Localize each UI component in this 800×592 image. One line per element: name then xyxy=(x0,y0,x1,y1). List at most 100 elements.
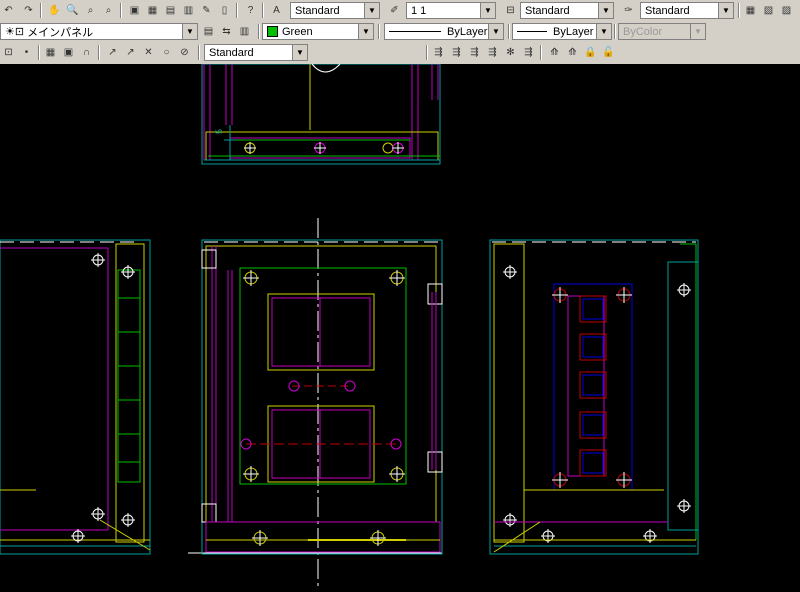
layer-freeze-icon[interactable]: ✻ xyxy=(502,44,519,61)
separator xyxy=(258,24,260,39)
lineweight-dropdown[interactable]: ByLayer ▼ xyxy=(512,23,612,40)
separator xyxy=(426,45,428,60)
sheet-set-icon[interactable]: ▥ xyxy=(180,2,197,19)
color-value: Green xyxy=(282,25,313,38)
properties-icon[interactable]: ▣ xyxy=(126,2,143,19)
top-view: 5 xyxy=(201,63,441,165)
dimension-label: 5 xyxy=(214,129,224,134)
left-side-view xyxy=(0,239,151,555)
design-center-icon[interactable]: ▦ xyxy=(144,2,161,19)
layer-tool-icon[interactable]: ▨ xyxy=(778,2,795,19)
snap-center-icon[interactable]: ○ xyxy=(158,44,175,61)
text-style-icon[interactable]: A xyxy=(268,2,285,19)
undo-icon[interactable]: ↶ xyxy=(0,2,17,19)
cad-drawing[interactable]: 5 xyxy=(0,63,800,589)
dim-scale-dropdown[interactable]: 1 1 ▼ xyxy=(406,2,496,19)
hatch-icon[interactable]: ▦ xyxy=(42,44,59,61)
layer-manager-icon[interactable]: ▤ xyxy=(200,23,217,40)
layers-toolbar: ☀⊡ メインパネル ▼ ▤ ⇆ ▥ Green ▼ ByLayer ▼ ByLayer ▼… xyxy=(0,21,800,42)
linetype-dropdown[interactable]: ByLayer ▼ xyxy=(384,23,504,40)
layer-lock-icon[interactable]: 🔒 xyxy=(582,44,599,61)
chevron-down-icon[interactable]: ▼ xyxy=(182,24,197,39)
separator xyxy=(540,45,542,60)
dim-style-value: Standard xyxy=(525,4,570,17)
layer-isolate-icon[interactable]: ⇶ xyxy=(466,44,483,61)
color-dropdown[interactable]: Green ▼ xyxy=(262,23,374,40)
chevron-down-icon[interactable]: ▼ xyxy=(364,3,379,18)
layer-unlock-icon[interactable]: ⟰ xyxy=(564,44,581,61)
separator xyxy=(98,45,100,60)
dim-style-dropdown[interactable]: Standard ▼ xyxy=(520,2,614,19)
layer-panel-dropdown[interactable]: ☀⊡ メインパネル ▼ xyxy=(0,23,198,40)
tool-palettes-icon[interactable]: ▤ xyxy=(162,2,179,19)
zoom-realtime-icon[interactable]: 🔍 xyxy=(64,2,81,19)
color-swatch xyxy=(267,26,278,37)
toolbar-area: ↶ ↷ ✋ 🔍 ⌕ ⌕ ▣ ▦ ▤ ▥ ✎ ▯ ? A Standard ▼ ✐ … xyxy=(0,0,800,64)
layer-state-icon: ☀⊡ xyxy=(5,26,25,38)
linetype-value: ByLayer xyxy=(447,25,488,38)
layer-tool-icon[interactable]: ▦ xyxy=(742,2,759,19)
layer-tool-icon[interactable]: ▧ xyxy=(760,2,777,19)
layer-unlock-icon[interactable]: 🔓 xyxy=(600,44,617,61)
separator xyxy=(262,3,264,18)
separator xyxy=(40,3,42,18)
dim-scale-value: 1 1 xyxy=(411,4,427,17)
magnet-icon[interactable]: ∩ xyxy=(78,44,95,61)
zoom-previous-icon[interactable]: ⌕ xyxy=(100,2,117,19)
front-view xyxy=(188,218,443,589)
snap-midpoint-icon[interactable]: ↗ xyxy=(122,44,139,61)
help-icon[interactable]: ? xyxy=(242,2,259,19)
chevron-down-icon[interactable]: ▼ xyxy=(292,45,307,60)
point-icon[interactable]: • xyxy=(18,44,35,61)
snap-intersection-icon[interactable]: ✕ xyxy=(140,44,157,61)
separator xyxy=(614,24,616,39)
snap-node-icon[interactable]: ⊘ xyxy=(176,44,193,61)
text-style-value: Standard xyxy=(295,4,340,17)
layer-lock-icon[interactable]: ⟰ xyxy=(546,44,563,61)
chevron-down-icon[interactable]: ▼ xyxy=(596,24,611,39)
chevron-down-icon[interactable]: ▼ xyxy=(358,24,373,39)
dim-style-icon[interactable]: ⊟ xyxy=(502,2,519,19)
chevron-down-icon[interactable]: ▼ xyxy=(718,3,733,18)
pan-icon[interactable]: ✋ xyxy=(46,2,63,19)
layer-off-icon[interactable]: ⇶ xyxy=(484,44,501,61)
table-style-icon[interactable]: ✑ xyxy=(620,2,637,19)
layer-previous-icon[interactable]: ▥ xyxy=(236,23,253,40)
separator xyxy=(508,24,510,39)
insert-block-icon[interactable]: ⊡ xyxy=(0,44,17,61)
make-current-icon[interactable]: ⇆ xyxy=(218,23,235,40)
text-style-dropdown[interactable]: Standard ▼ xyxy=(290,2,380,19)
chevron-down-icon[interactable]: ▼ xyxy=(488,24,503,39)
lineweight-value: ByLayer xyxy=(553,25,594,38)
separator xyxy=(738,3,740,18)
separator xyxy=(378,24,380,39)
annotation-style-value: Standard xyxy=(209,46,254,59)
redo-icon[interactable]: ↷ xyxy=(20,2,37,19)
right-side-view xyxy=(489,239,699,555)
chevron-down-icon[interactable]: ▼ xyxy=(598,3,613,18)
dim-scale-icon[interactable]: ✐ xyxy=(386,2,403,19)
separator xyxy=(198,45,200,60)
chevron-down-icon[interactable]: ▼ xyxy=(480,3,495,18)
zoom-window-icon[interactable]: ⌕ xyxy=(82,2,99,19)
layer-match-icon[interactable]: ⇶ xyxy=(448,44,465,61)
table-style-value: Standard xyxy=(645,4,690,17)
separator xyxy=(120,3,122,18)
table-style-dropdown[interactable]: Standard ▼ xyxy=(640,2,734,19)
lineweight-sample xyxy=(517,31,547,32)
plot-style-dropdown: ByColor ▼ xyxy=(618,23,706,40)
standard-toolbar: ↶ ↷ ✋ 🔍 ⌕ ⌕ ▣ ▦ ▤ ▥ ✎ ▯ ? A Standard ▼ ✐ … xyxy=(0,0,800,21)
separator xyxy=(236,3,238,18)
separator xyxy=(38,45,40,60)
drawing-canvas[interactable]: 5 xyxy=(0,63,800,589)
calculator-icon[interactable]: ▯ xyxy=(216,2,233,19)
layer-merge-icon[interactable]: ⇶ xyxy=(520,44,537,61)
region-icon[interactable]: ▣ xyxy=(60,44,77,61)
snap-endpoint-icon[interactable]: ↗ xyxy=(104,44,121,61)
markup-icon[interactable]: ✎ xyxy=(198,2,215,19)
layer-walk-icon[interactable]: ⇶ xyxy=(430,44,447,61)
plot-style-value: ByColor xyxy=(623,25,663,38)
draw-toolbar: ⊡ • ▦ ▣ ∩ ↗ ↗ ✕ ○ ⊘ Standard ▼ ⇶ ⇶ ⇶ ⇶ ✻ … xyxy=(0,42,800,63)
chevron-down-icon: ▼ xyxy=(690,24,705,39)
annotation-style-dropdown[interactable]: Standard ▼ xyxy=(204,44,308,61)
